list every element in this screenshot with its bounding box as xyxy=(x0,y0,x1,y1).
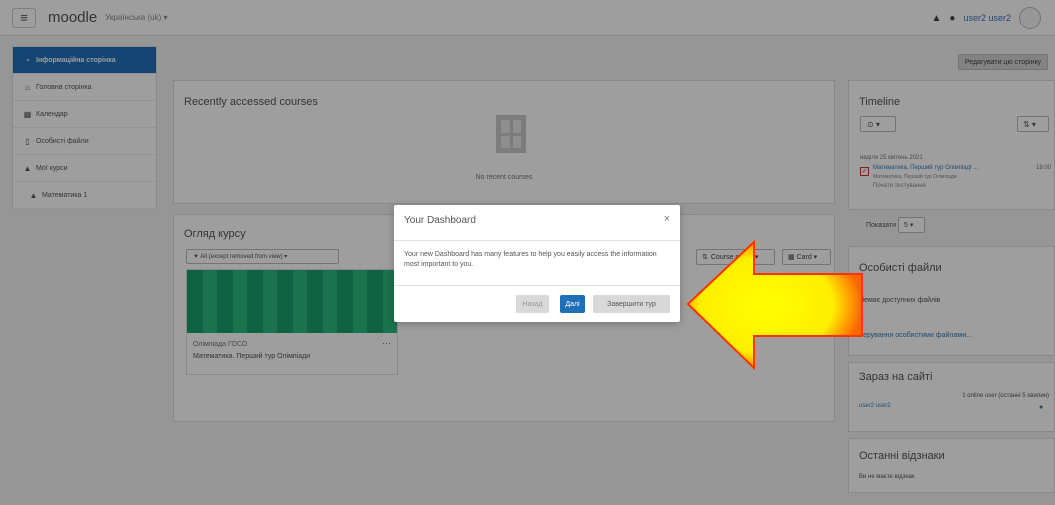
divider xyxy=(394,285,680,286)
end-tour-button[interactable]: Завершити тур xyxy=(593,295,670,313)
divider xyxy=(394,240,680,241)
dialog-title: Your Dashboard xyxy=(404,215,476,226)
tour-dialog: Your Dashboard × Your new Dashboard has … xyxy=(394,205,680,322)
next-button[interactable]: Далі xyxy=(560,295,585,313)
previous-button[interactable]: Назад xyxy=(516,295,549,313)
dialog-body: Your new Dashboard has many features to … xyxy=(404,251,657,268)
close-icon[interactable]: × xyxy=(664,213,670,225)
annotation-arrow-icon xyxy=(686,239,863,371)
